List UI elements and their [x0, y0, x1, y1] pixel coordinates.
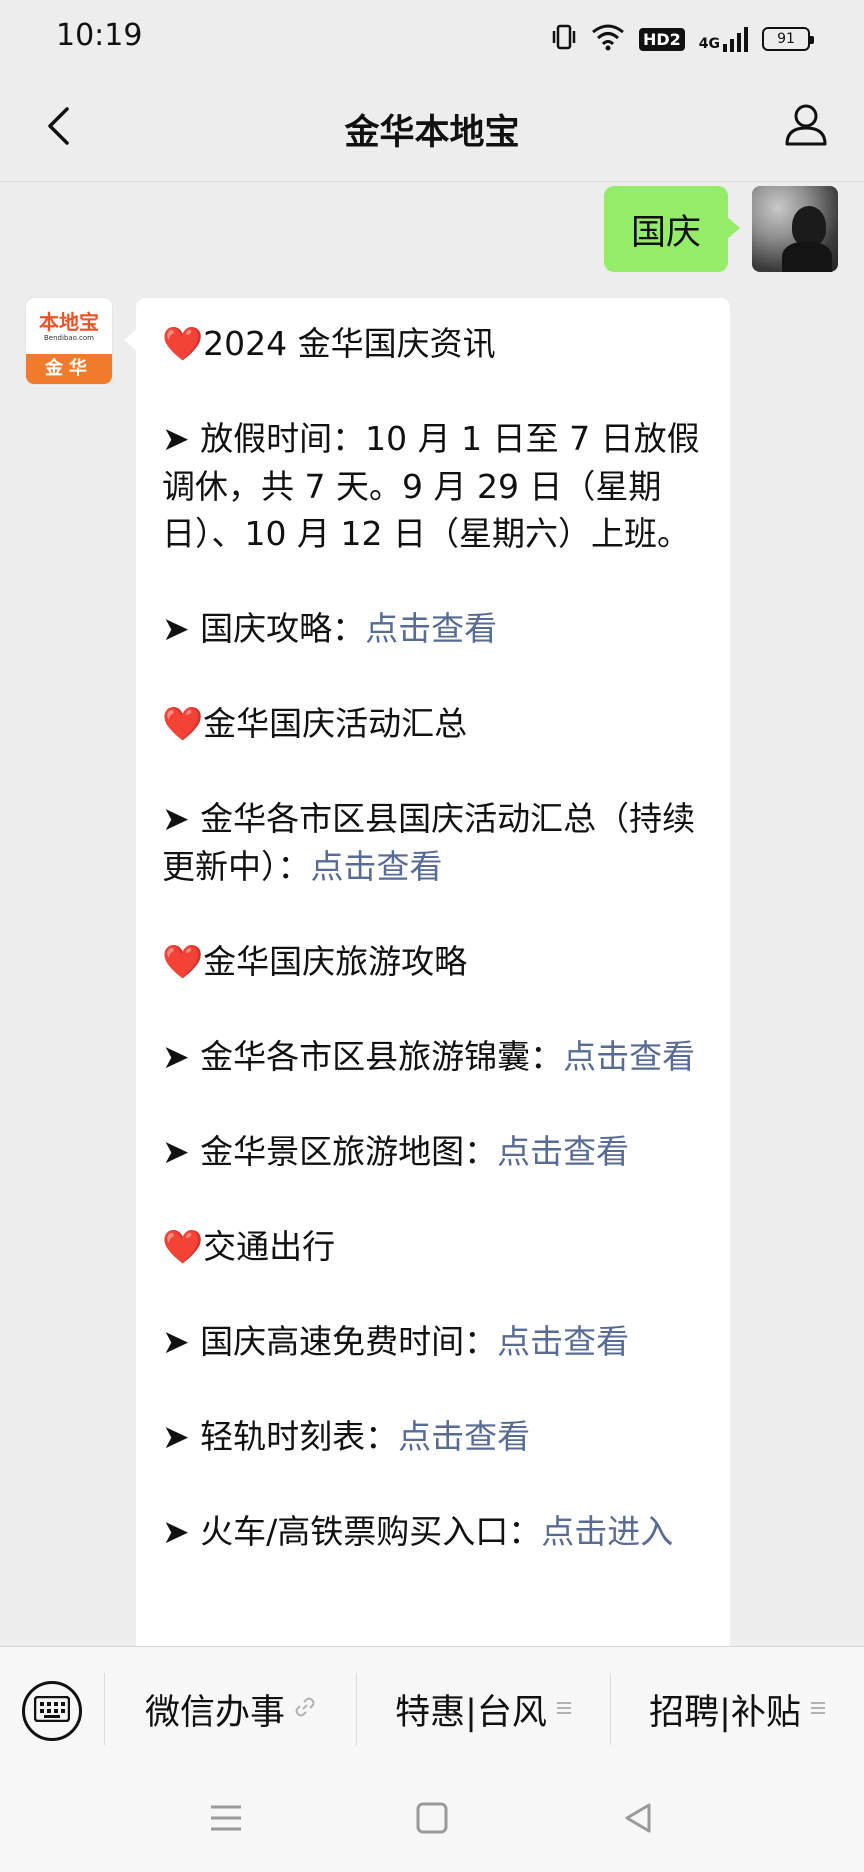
- arrow-icon: ➤: [162, 1511, 201, 1551]
- bot-logo-brand: 本地宝: [39, 310, 99, 334]
- menu-item-label: 招聘|补贴: [649, 1692, 801, 1733]
- bot-message-bubble: ❤️2024 金华国庆资讯 ➤ 放假时间：10 月 1 日至 7 日放假调休，共…: [124, 298, 730, 1646]
- user-message-text: 国庆: [630, 212, 701, 253]
- chat-header: 金华本地宝: [0, 76, 864, 182]
- message-item: ➤ 放假时间：10 月 1 日至 7 日放假调休，共 7 天。9 月 29 日（…: [162, 419, 700, 553]
- menu-item-label: 特惠|台风: [395, 1692, 547, 1733]
- message-item: ➤ 金华各市区县国庆活动汇总（持续更新中）：点击查看: [162, 799, 696, 886]
- menu-item-deals-typhoon[interactable]: 特惠|台风: [356, 1665, 610, 1753]
- menu-lines-icon: [810, 1699, 825, 1720]
- arrow-icon: ➤: [162, 1321, 201, 1361]
- link-scenic-map[interactable]: 点击查看: [497, 1132, 629, 1171]
- link-activities[interactable]: 点击查看: [311, 847, 443, 886]
- battery-icon: 91: [762, 27, 814, 51]
- status-bar: 10:19 HD2 4G 91: [0, 0, 864, 76]
- heart-icon: ❤️: [162, 704, 204, 743]
- keyboard-toggle-button[interactable]: [22, 1681, 82, 1741]
- wifi-icon: [591, 23, 625, 55]
- menu-icon: [209, 1803, 243, 1837]
- message-item: ➤ 金华景区旅游地图：点击查看: [162, 1131, 630, 1171]
- system-navigation-bar: [0, 1770, 864, 1872]
- menu-item-label: 微信办事: [144, 1692, 285, 1733]
- heart-icon: ❤️: [162, 1226, 204, 1266]
- home-button[interactable]: [402, 1790, 462, 1850]
- user-avatar[interactable]: [752, 186, 838, 272]
- menu-item-wechat-services[interactable]: 微信办事: [104, 1665, 356, 1753]
- message-item: ➤ 火车/高铁票购买入口：点击进入: [162, 1511, 674, 1551]
- message-item: ➤ 轻轨时刻表：点击查看: [162, 1416, 531, 1456]
- hd-badge: HD2: [638, 27, 685, 51]
- recent-apps-button[interactable]: [196, 1790, 256, 1850]
- bot-logo-domain: Bendibao.com: [43, 334, 94, 342]
- message-heading: ❤️金华国庆活动汇总: [162, 704, 468, 743]
- avatar-figure-body: [782, 242, 832, 272]
- network-type: 4G: [698, 36, 720, 52]
- arrow-icon: ➤: [162, 1036, 201, 1076]
- status-icons: HD2 4G 91: [551, 22, 814, 56]
- link-travel-tips[interactable]: 点击查看: [563, 1037, 695, 1076]
- battery-level: 91: [777, 31, 795, 47]
- message-item: ➤ 国庆攻略：点击查看: [162, 609, 498, 648]
- link-guide[interactable]: 点击查看: [365, 609, 497, 648]
- status-time: 10:19: [56, 18, 143, 53]
- chat-area[interactable]: 国庆 本地宝 Bendibao.com 金华 ❤️2024 金华国庆资讯 ➤ 放…: [0, 182, 864, 1646]
- bot-logo: 本地宝 Bendibao.com: [26, 298, 112, 356]
- system-back-button[interactable]: [608, 1790, 668, 1850]
- link-train-tickets[interactable]: 点击进入: [541, 1512, 673, 1551]
- message-heading: ❤️交通出行: [162, 1226, 336, 1266]
- vibrate-icon: [551, 22, 577, 56]
- arrow-icon: ➤: [162, 799, 201, 838]
- profile-button[interactable]: [778, 98, 834, 154]
- arrow-icon: ➤: [162, 419, 201, 458]
- menu-lines-icon: [556, 1699, 571, 1720]
- heart-icon: ❤️: [162, 941, 204, 981]
- bot-logo-city: 金华: [26, 354, 112, 384]
- message-heading: ❤️2024 金华国庆资讯: [162, 324, 496, 363]
- home-square-icon: [416, 1802, 448, 1838]
- user-message-bubble[interactable]: 国庆: [604, 186, 740, 272]
- link-icon: [295, 1697, 315, 1722]
- arrow-icon: ➤: [162, 1131, 201, 1171]
- arrow-icon: ➤: [162, 1416, 201, 1456]
- back-triangle-icon: [623, 1802, 653, 1838]
- menu-item-jobs-subsidy[interactable]: 招聘|补贴: [610, 1665, 864, 1753]
- avatar-figure: [792, 206, 826, 246]
- message-item: ➤ 国庆高速免费时间：点击查看: [162, 1321, 630, 1361]
- heart-icon: ❤️: [162, 324, 204, 363]
- keyboard-icon: [33, 1695, 71, 1726]
- person-icon: [783, 101, 829, 151]
- bot-avatar[interactable]: 本地宝 Bendibao.com 金华: [26, 298, 112, 384]
- official-account-menu: 微信办事 特惠|台风 招聘|补贴: [0, 1646, 864, 1770]
- message-heading: ❤️金华国庆旅游攻略: [162, 941, 468, 981]
- arrow-icon: ➤: [162, 609, 201, 648]
- message-item: ➤ 金华各市区县旅游锦囊：点击查看: [162, 1036, 696, 1076]
- chat-title: 金华本地宝: [344, 113, 520, 153]
- signal-icon: 4G: [699, 26, 748, 52]
- link-light-rail[interactable]: 点击查看: [398, 1417, 530, 1456]
- link-highway[interactable]: 点击查看: [497, 1322, 629, 1361]
